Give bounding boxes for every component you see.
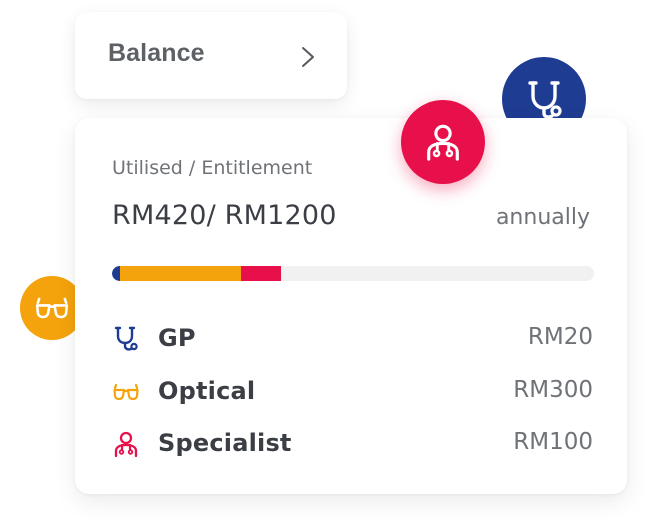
item-label-specialist: Specialist xyxy=(158,429,292,457)
balance-title: Balance xyxy=(108,39,205,67)
glasses-icon xyxy=(35,297,69,319)
item-label-optical: Optical xyxy=(158,377,256,405)
progress-segment-specialist xyxy=(240,266,281,281)
glasses-icon xyxy=(113,383,139,401)
item-label-gp: GP xyxy=(158,324,196,352)
chevron-right-icon[interactable] xyxy=(297,45,319,69)
item-amount-specialist: RM100 xyxy=(513,429,593,455)
entitlement-period: annually xyxy=(495,205,590,230)
list-item-gp[interactable]: GP RM20 xyxy=(112,322,593,358)
utilisation-amount: RM420/ RM1200 xyxy=(112,200,337,231)
stethoscope-icon xyxy=(114,326,138,351)
list-item-specialist[interactable]: Specialist RM100 xyxy=(112,427,593,463)
doctor-icon xyxy=(427,124,459,161)
item-amount-gp: RM20 xyxy=(527,324,593,350)
balance-card[interactable]: Balance xyxy=(75,12,347,99)
progress-segment-optical xyxy=(120,266,241,281)
utilisation-card: Utilised / Entitlement RM420/ RM1200 ann… xyxy=(75,118,627,494)
doctor-icon xyxy=(114,431,138,458)
stethoscope-icon xyxy=(528,81,562,119)
list-item-optical[interactable]: Optical RM300 xyxy=(112,375,593,411)
progress-segment-gp xyxy=(112,266,121,281)
doctor-badge xyxy=(401,100,485,184)
utilisation-label: Utilised / Entitlement xyxy=(112,157,313,179)
utilisation-progress-bar xyxy=(112,266,594,281)
item-amount-optical: RM300 xyxy=(513,377,593,403)
